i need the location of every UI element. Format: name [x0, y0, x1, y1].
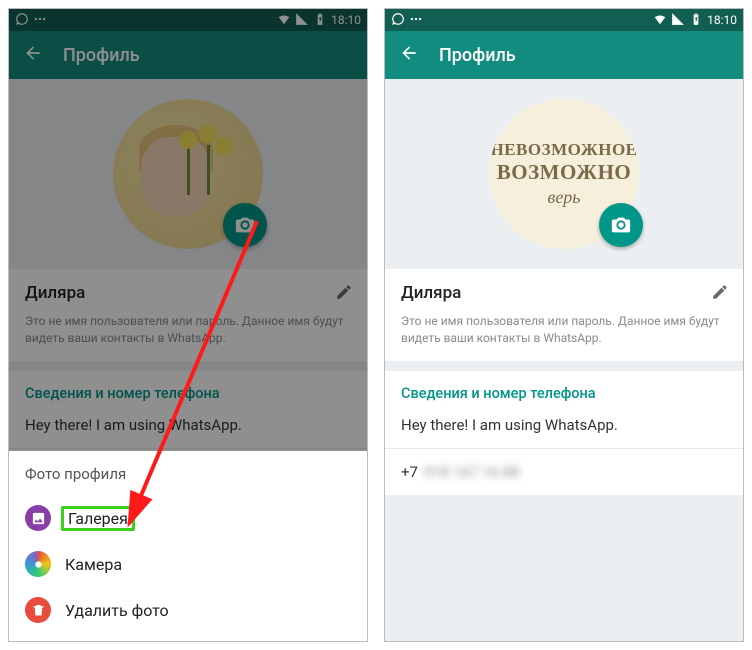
name-hint: Это не имя пользователя или пароль. Данн… — [25, 313, 351, 347]
pencil-icon[interactable] — [711, 283, 729, 301]
avatar-text-3: верь — [548, 187, 581, 208]
status-message[interactable]: Hey there! I am using WhatsApp. — [385, 402, 743, 448]
status-bar: 18:10 — [385, 9, 743, 31]
wifi-icon — [653, 12, 667, 29]
gallery-icon — [25, 505, 51, 531]
battery-icon — [689, 12, 703, 29]
status-bar: 18:10 — [9, 9, 367, 31]
name-hint: Это не имя пользователя или пароль. Данн… — [401, 313, 727, 347]
delete-label: Удалить фото — [65, 601, 169, 620]
trash-icon — [25, 597, 51, 623]
more-icon — [33, 12, 47, 29]
back-icon[interactable] — [399, 43, 419, 68]
sheet-option-gallery[interactable]: Галерея — [25, 495, 351, 541]
pencil-icon[interactable] — [335, 283, 353, 301]
phone-number[interactable]: +7 918 167 16 88 — [385, 449, 743, 495]
appbar-title: Профиль — [439, 45, 516, 66]
app-bar: Профиль — [9, 31, 367, 79]
gallery-label: Галерея — [61, 506, 135, 531]
phone-left: 18:10 Профиль Диляра — [8, 8, 368, 642]
profile-name: Диляра — [401, 283, 727, 303]
appbar-title: Профиль — [63, 45, 140, 66]
name-card[interactable]: Диляра Это не имя пользователя или парол… — [9, 269, 367, 361]
wifi-icon — [277, 12, 291, 29]
phone-right: 18:10 Профиль НЕВОЗМОЖНОЕ ВОЗМОЖНО верь … — [384, 8, 744, 642]
avatar-section — [9, 79, 367, 269]
back-icon[interactable] — [23, 43, 43, 68]
profile-name: Диляра — [25, 283, 351, 303]
info-section-title: Сведения и номер телефона — [9, 371, 367, 402]
signal-icon — [295, 12, 309, 29]
status-time: 18:10 — [707, 13, 737, 27]
camera-icon — [610, 214, 632, 236]
avatar-section: НЕВОЗМОЖНОЕ ВОЗМОЖНО верь — [385, 79, 743, 269]
photo-picker-sheet: Фото профиля Галерея Камера Удалить фото — [9, 451, 367, 641]
info-section-title: Сведения и номер телефона — [385, 371, 743, 402]
status-message[interactable]: Hey there! I am using WhatsApp. — [9, 402, 367, 448]
app-bar: Профиль — [385, 31, 743, 79]
name-card[interactable]: Диляра Это не имя пользователя или парол… — [385, 269, 743, 361]
edit-photo-button[interactable] — [223, 203, 267, 247]
sheet-option-camera[interactable]: Камера — [25, 541, 351, 587]
whatsapp-icon — [391, 12, 405, 29]
sheet-title: Фото профиля — [25, 465, 351, 483]
whatsapp-icon — [15, 12, 29, 29]
edit-photo-button[interactable] — [599, 203, 643, 247]
camera-label: Камера — [65, 555, 122, 574]
camera-icon — [234, 214, 256, 236]
sheet-option-delete[interactable]: Удалить фото — [25, 587, 351, 633]
more-icon — [409, 12, 423, 29]
avatar-text-1: НЕВОЗМОЖНОЕ — [490, 140, 637, 160]
signal-icon — [671, 12, 685, 29]
status-time: 18:10 — [331, 13, 361, 27]
camera-option-icon — [25, 551, 51, 577]
avatar-text-2: ВОЗМОЖНО — [497, 160, 632, 185]
battery-icon — [313, 12, 327, 29]
